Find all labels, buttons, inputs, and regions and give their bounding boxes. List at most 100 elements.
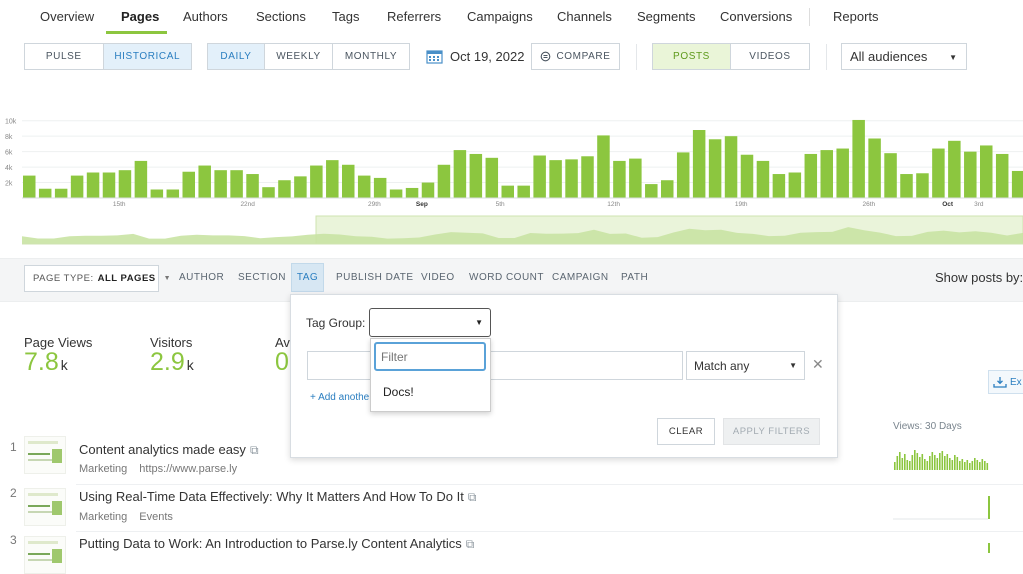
nav-sections[interactable]: Sections <box>256 9 306 24</box>
x-tick-label: 19th <box>735 201 748 208</box>
chart-bar <box>70 175 84 198</box>
match-select[interactable]: Match any ▼ <box>686 351 805 380</box>
nav-segments[interactable]: Segments <box>637 9 696 24</box>
sparkline-bar <box>954 455 956 470</box>
chart-bar <box>692 130 706 198</box>
row-divider <box>76 531 1023 532</box>
nav-conversions[interactable]: Conversions <box>720 9 792 24</box>
sparkline-bar <box>941 451 944 470</box>
remove-filter-icon[interactable]: ✕ <box>812 356 824 373</box>
post-title[interactable]: Content analytics made easy ⧉ <box>79 442 259 458</box>
post-thumbnail[interactable] <box>24 488 66 526</box>
external-link-icon[interactable]: ⧉ <box>466 537 475 551</box>
match-value: Match any <box>694 358 750 373</box>
chart-bar <box>421 182 435 198</box>
sparkline-bar <box>926 461 929 470</box>
x-tick-label: 5th <box>496 201 505 208</box>
sparkline-bar <box>946 454 949 470</box>
export-button[interactable]: Ex <box>988 370 1023 394</box>
post-title[interactable]: Putting Data to Work: An Introduction to… <box>79 536 474 552</box>
chart-bar <box>150 189 164 198</box>
sparkline-bar <box>971 461 974 470</box>
chart-bar <box>501 185 514 198</box>
external-link-icon[interactable]: ⧉ <box>250 443 259 457</box>
post-thumbnail[interactable] <box>24 436 66 474</box>
sparkline-3 <box>988 543 990 553</box>
tag-group-select[interactable]: ▼ <box>369 308 491 337</box>
chart-bar <box>852 119 865 198</box>
page-type-select[interactable]: PAGE TYPE: ALL PAGES ▼ <box>24 265 171 292</box>
metric-value-visitors: 2.9 k <box>150 348 194 376</box>
sparkline-bar <box>909 461 911 470</box>
chart-bar <box>118 170 132 198</box>
weekly-button[interactable]: WEEKLY <box>265 44 333 69</box>
row-number: 1 <box>10 440 17 454</box>
historical-button[interactable]: HISTORICAL <box>103 44 191 69</box>
nav-authors[interactable]: Authors <box>183 9 228 24</box>
sparkline-bar <box>959 461 961 470</box>
chart-bar <box>884 153 897 198</box>
pulse-button[interactable]: PULSE <box>25 44 104 69</box>
period-toggle: DAILY WEEKLY MONTHLY <box>207 43 410 70</box>
sparkline-bar <box>921 454 924 470</box>
nav-referrers[interactable]: Referrers <box>387 9 441 24</box>
chart-bar <box>645 184 658 198</box>
chart-bar <box>182 171 195 198</box>
filter-tab-campaign[interactable]: CAMPAIGN <box>552 272 609 283</box>
chart-bar <box>964 151 977 198</box>
sparkline-bar <box>936 458 939 470</box>
filter-tab-author[interactable]: AUTHOR <box>179 272 224 283</box>
filter-tab-publish-date[interactable]: PUBLISH DATE <box>336 272 414 283</box>
post-thumbnail[interactable] <box>24 536 66 574</box>
nav-pages[interactable]: Pages <box>121 9 159 24</box>
sparkline-bar <box>899 452 901 470</box>
clear-button[interactable]: CLEAR <box>657 418 715 445</box>
post-meta: Marketing Events <box>79 511 173 523</box>
add-another-link[interactable]: + Add anothe <box>310 392 369 403</box>
filter-tab-word-count[interactable]: WORD COUNT <box>469 272 544 283</box>
chart-bar <box>262 187 275 198</box>
chart-bar <box>836 148 849 198</box>
dropdown-option[interactable]: Docs! <box>383 385 414 399</box>
audience-select[interactable]: All audiences ▼ <box>841 43 967 70</box>
x-tick-label: Sep <box>416 201 428 208</box>
row-divider <box>76 484 1023 485</box>
nav-active-indicator <box>106 31 167 34</box>
filter-tab-path[interactable]: PATH <box>621 272 648 283</box>
chart-bar <box>868 138 881 198</box>
sparkline-bar <box>966 460 969 470</box>
post-title[interactable]: Using Real-Time Data Effectively: Why It… <box>79 489 476 505</box>
external-link-icon[interactable]: ⧉ <box>468 490 477 504</box>
nav-overview[interactable]: Overview <box>40 9 94 24</box>
date-picker[interactable]: Oct 19, 2022 <box>426 43 524 70</box>
apply-filters-button[interactable]: APPLY FILTERS <box>723 418 820 445</box>
daily-button[interactable]: DAILY <box>208 44 265 69</box>
sparkline-bar <box>934 455 936 470</box>
posts-button[interactable]: POSTS <box>653 44 731 69</box>
sparkline-2 <box>893 496 990 520</box>
post-meta: Marketing https://www.parse.ly <box>79 463 238 475</box>
videos-button[interactable]: VIDEOS <box>731 44 809 69</box>
tag-value-input[interactable] <box>307 351 683 380</box>
chart-bar <box>820 150 833 198</box>
chart-bar <box>613 160 626 198</box>
nav-tags[interactable]: Tags <box>332 9 359 24</box>
sparkline-bar <box>976 460 979 470</box>
filter-tab-tag[interactable]: TAG <box>291 263 324 292</box>
page-type-value: ALL PAGES <box>97 273 156 284</box>
compare-button[interactable]: COMPARE <box>531 43 620 70</box>
chart-bar <box>629 158 642 198</box>
nav-reports[interactable]: Reports <box>833 9 879 24</box>
nav-channels[interactable]: Channels <box>557 9 612 24</box>
export-label: Ex <box>1010 376 1022 388</box>
monthly-button[interactable]: MONTHLY <box>333 44 409 69</box>
chart-bar <box>134 160 148 198</box>
filter-tab-section[interactable]: SECTION <box>238 272 286 283</box>
filter-tab-video[interactable]: VIDEO <box>421 272 455 283</box>
sparkline-bar <box>944 456 946 470</box>
nav-campaigns[interactable]: Campaigns <box>467 9 533 24</box>
chart-bar <box>948 140 961 198</box>
sparkline-bar <box>974 458 976 470</box>
dropdown-filter-input[interactable] <box>374 342 486 371</box>
sparkline-bar <box>904 454 906 470</box>
